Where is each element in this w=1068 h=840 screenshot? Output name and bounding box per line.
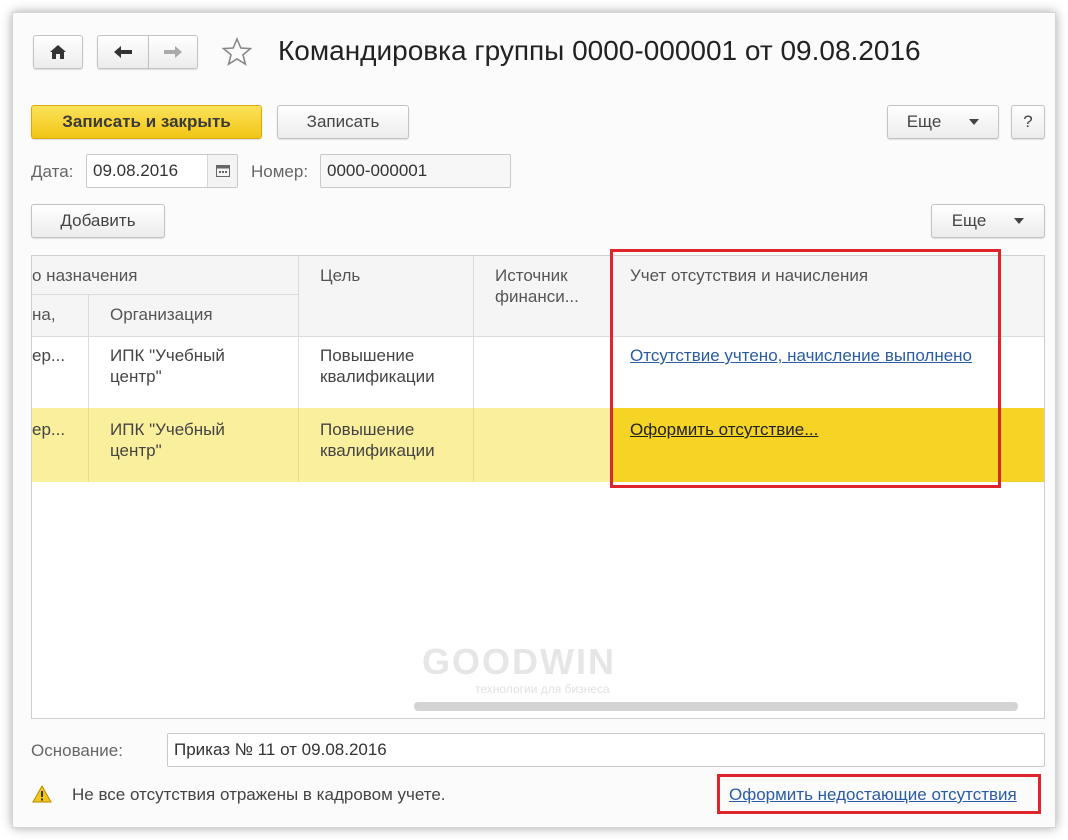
cell-line: Повышение (320, 346, 415, 365)
column-header-organization[interactable]: Организация (110, 304, 213, 325)
star-icon[interactable] (220, 35, 254, 69)
table-cell-organization: ИПК "Учебный центр" (110, 419, 225, 461)
help-button[interactable]: ? (1011, 105, 1045, 139)
number-label: Номер: (251, 162, 309, 181)
home-icon (49, 44, 67, 60)
table-more-button[interactable]: Еще (931, 204, 1045, 238)
add-row-button[interactable]: Добавить (31, 204, 165, 238)
table-cell-organization: ИПК "Учебный центр" (110, 345, 225, 387)
more-actions-button[interactable]: Еще (887, 105, 999, 139)
cell-line: квалификации (320, 367, 435, 386)
date-label: Дата: (31, 162, 74, 181)
save-and-close-button[interactable]: Записать и закрыть (31, 105, 262, 139)
save-button[interactable]: Записать (277, 105, 409, 139)
cell-line: центр" (110, 367, 162, 386)
highlight-box (610, 249, 1001, 488)
page-title: Командировка группы 0000-000001 от 09.08… (278, 35, 921, 66)
warning-message: Не все отсутствия отражены в кадровом уч… (72, 785, 446, 804)
more-label: Еще (906, 112, 942, 131)
chevron-down-icon (969, 119, 980, 125)
cell-line: центр" (110, 441, 162, 460)
group-header-divider (32, 294, 298, 295)
cell-line: ИПК "Учебный (110, 346, 225, 365)
home-button[interactable] (33, 35, 83, 69)
cell-line: ИПК "Учебный (110, 420, 225, 439)
date-value: 09.08.2016 (93, 161, 179, 180)
column-header-goal[interactable]: Цель (320, 265, 360, 286)
basis-value: Приказ № 11 от 09.08.2016 (174, 740, 387, 759)
column-header-source-line1: Источник (495, 266, 568, 285)
cell-line: квалификации (320, 441, 435, 460)
forward-button[interactable] (148, 35, 198, 69)
column-header-sub-1[interactable]: на, (32, 304, 56, 325)
warning-icon (31, 783, 53, 805)
column-header-source-line2: финанси... (495, 287, 579, 306)
number-field[interactable]: 0000-000001 (320, 154, 511, 188)
calendar-icon[interactable] (207, 155, 237, 187)
basis-label: Основание: (31, 741, 123, 760)
arrow-right-icon (163, 45, 183, 59)
watermark-logo: GOODWIN (422, 641, 616, 682)
chevron-down-icon (1014, 218, 1025, 224)
back-button[interactable] (97, 35, 149, 69)
number-value: 0000-000001 (327, 161, 428, 180)
table-cell: ер... (32, 420, 66, 439)
table-cell-goal: Повышение квалификации (320, 345, 435, 387)
col-divider (298, 408, 299, 482)
table-cell-goal: Повышение квалификации (320, 419, 435, 461)
cell-line: Повышение (320, 420, 415, 439)
col-divider (473, 408, 474, 482)
col-divider (88, 408, 89, 482)
basis-field[interactable]: Приказ № 11 от 09.08.2016 (167, 733, 1045, 767)
column-header-source[interactable]: Источник финанси... (495, 265, 579, 307)
document-window: Командировка группы 0000-000001 от 09.08… (12, 12, 1056, 828)
table-cell: ер... (32, 346, 66, 365)
watermark-subtitle: технологии для бизнеса (475, 682, 610, 696)
register-missing-absences-link[interactable]: Оформить недостающие отсутствия (729, 785, 1017, 805)
table-more-label: Еще (951, 211, 987, 230)
column-header-assignment-group[interactable]: о назначения (32, 265, 138, 286)
horizontal-scrollbar[interactable] (414, 702, 1018, 711)
arrow-left-icon (113, 45, 133, 59)
